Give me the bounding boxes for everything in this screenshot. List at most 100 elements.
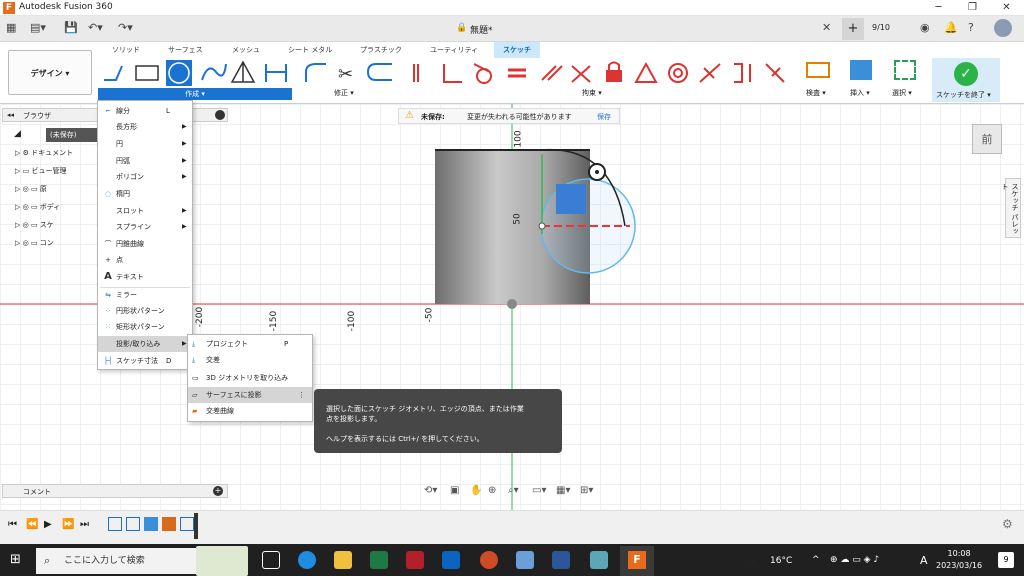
browser-row[interactable]: ▷ ◎ ▭ コン xyxy=(15,238,54,254)
modify-dropdown[interactable]: 修正 ▾ xyxy=(334,88,354,98)
avatar[interactable] xyxy=(994,19,1012,37)
timeline-settings-icon[interactable]: ⚙ xyxy=(1002,517,1013,531)
app-grid-icon[interactable]: ▦ xyxy=(6,21,16,34)
powerpoint-icon[interactable] xyxy=(480,551,498,569)
first-frame-icon[interactable]: ⏮ xyxy=(8,519,17,530)
timeline-item[interactable] xyxy=(108,517,122,531)
browser-row[interactable]: ▷ ◎ ▭ スケ xyxy=(15,220,54,236)
menu-item-arc[interactable]: 円弧 ▶ xyxy=(98,153,192,169)
weather-icon[interactable]: ☁ xyxy=(746,554,757,567)
select-dropdown[interactable]: 選択 ▾ xyxy=(892,88,912,98)
menu-item-rect-pattern[interactable]: ⁙ 矩形状パターン xyxy=(98,319,192,335)
prev-frame-icon[interactable]: ⏪ xyxy=(26,519,38,530)
zoom-icon[interactable]: ⊕ xyxy=(488,485,496,496)
browser-row[interactable]: ▷ ▭ ビュー管理 xyxy=(15,166,66,182)
browser-options-icon[interactable] xyxy=(215,110,225,120)
menu-item-circular-pattern[interactable]: ⁘ 円形状パターン xyxy=(98,303,192,319)
menu-item-point[interactable]: + 点 xyxy=(98,252,192,268)
inspect-icon[interactable] xyxy=(806,62,830,78)
menu-item-spline[interactable]: スプライン ▶ xyxy=(98,219,192,235)
new-tab-button[interactable]: + xyxy=(842,18,864,40)
online-status-icon[interactable]: ◉ xyxy=(920,21,930,34)
access-icon[interactable] xyxy=(406,551,424,569)
menu-item-rectangle[interactable]: 長方形 ▶ xyxy=(98,119,192,135)
browser-root[interactable]: (未保存) xyxy=(46,128,100,142)
notification-icon[interactable]: 🔔 xyxy=(944,21,958,34)
expand-icon[interactable]: ◢ xyxy=(14,129,21,139)
submenu-project-to-surface[interactable]: ▱ サーフェスに投影 ⋮ xyxy=(188,387,312,403)
file-icon[interactable]: ▤▾ xyxy=(30,21,46,34)
minimize-button[interactable]: ─ xyxy=(922,0,955,16)
collapse-icon[interactable]: ◂◂ xyxy=(7,111,14,119)
notification-badge[interactable]: 9 xyxy=(998,552,1014,568)
save-link[interactable]: 保存 xyxy=(597,112,611,122)
display-settings-icon[interactable]: ▭▾ xyxy=(532,485,546,496)
timeline-item[interactable] xyxy=(162,517,176,531)
clock[interactable]: 10:08 2023/03/16 xyxy=(936,548,982,572)
viewports-icon[interactable]: ⊞▾ xyxy=(580,485,593,496)
weather-temp[interactable]: 16°C xyxy=(770,556,792,566)
redo-icon[interactable]: ↷▾ xyxy=(118,21,133,34)
orbit-icon[interactable]: ⟲▾ xyxy=(424,485,437,496)
job-status[interactable]: 9/10 xyxy=(872,23,890,32)
edge-icon[interactable] xyxy=(298,551,316,569)
save-icon[interactable]: 💾 xyxy=(64,21,78,34)
submenu-project[interactable]: ⤓ プロジェクト P xyxy=(188,336,312,352)
app-icon[interactable] xyxy=(590,551,608,569)
last-frame-icon[interactable]: ⏭ xyxy=(80,519,89,530)
tab-sheet-metal[interactable]: シート メタル xyxy=(288,45,332,55)
tab-mesh[interactable]: メッシュ xyxy=(232,45,260,55)
insert-dropdown[interactable]: 挿入 ▾ xyxy=(850,88,870,98)
tab-plastic[interactable]: プラスチック xyxy=(360,45,402,55)
browser-row[interactable]: ▷ ⚙ ドキュメント xyxy=(15,148,73,164)
menu-item-circle[interactable]: 円 ▶ xyxy=(98,136,192,152)
paint-icon[interactable] xyxy=(516,551,534,569)
excel-icon[interactable] xyxy=(370,551,388,569)
menu-item-slot[interactable]: スロット ▶ xyxy=(98,203,192,219)
next-frame-icon[interactable]: ⏩ xyxy=(62,519,74,530)
tab-surface[interactable]: サーフェス xyxy=(168,45,203,55)
maximize-button[interactable]: ❐ xyxy=(956,0,989,16)
undo-icon[interactable]: ↶▾ xyxy=(88,21,103,34)
submenu-intersect[interactable]: ⤓ 交差 xyxy=(188,352,312,368)
word-icon[interactable] xyxy=(552,551,570,569)
inspect-dropdown[interactable]: 検査 ▾ xyxy=(806,88,826,98)
pan-icon[interactable]: ✋ xyxy=(470,485,482,496)
add-comment-icon[interactable]: + xyxy=(213,486,223,496)
fit-icon[interactable]: ⌕▾ xyxy=(508,485,519,496)
comment-panel[interactable]: コメント + xyxy=(2,484,228,498)
menu-item-mirror[interactable]: ⇋ ミラー xyxy=(98,287,192,303)
sketch-palette-tab[interactable]: スケッチ パレット xyxy=(1001,178,1021,238)
timeline-marker[interactable] xyxy=(194,513,198,539)
look-at-icon[interactable]: ▣ xyxy=(450,485,459,496)
insert-image-icon[interactable] xyxy=(850,60,872,80)
finish-sketch-button[interactable]: ✓ スケッチを終了 ▾ xyxy=(932,58,1000,102)
timeline-item[interactable] xyxy=(180,517,194,531)
play-icon[interactable]: ▶ xyxy=(44,519,52,530)
task-view-icon[interactable] xyxy=(262,551,280,569)
outlook-icon[interactable] xyxy=(442,551,460,569)
menu-item-conic[interactable]: ⌒ 円錐曲線 xyxy=(98,236,192,252)
grid-icon[interactable]: ▦▾ xyxy=(556,485,570,496)
browser-row[interactable]: ▷ ◎ ▭ ボディ xyxy=(15,202,60,218)
tray-chevron-icon[interactable]: ^ xyxy=(812,555,820,565)
ime-indicator[interactable]: A xyxy=(920,554,928,567)
menu-item-text[interactable]: A テキスト xyxy=(98,269,192,285)
menu-item-ellipse[interactable]: ◌ 楕円 xyxy=(98,186,192,202)
menu-item-project-include[interactable]: 投影/取り込み ▶ xyxy=(98,336,192,352)
submenu-intersection-curve[interactable]: ▰ 交差曲線 xyxy=(188,403,312,419)
tab-utility[interactable]: ユーティリティ xyxy=(430,45,478,55)
explorer-icon[interactable] xyxy=(334,551,352,569)
fusion-taskbar-active[interactable]: F xyxy=(620,546,654,576)
view-cube[interactable]: 前 xyxy=(972,124,1002,154)
menu-item-polygon[interactable]: ポリゴン ▶ xyxy=(98,169,192,185)
submenu-include-3d[interactable]: ▭ 3D ジオメトリを取り込み xyxy=(188,370,312,386)
tray-icons[interactable]: ⊕ ☁ ▭ ◈ ♪ xyxy=(830,555,879,565)
browser-row[interactable]: ▷ ◎ ▭ 原 xyxy=(15,184,47,200)
menu-item-line[interactable]: ⌐ 線分 L xyxy=(98,103,192,119)
create-dropdown[interactable]: 作成 ▾ xyxy=(98,88,292,100)
menu-item-sketch-dimension[interactable]: ├┤ スケッチ寸法 D xyxy=(98,353,192,369)
select-icon[interactable] xyxy=(894,60,916,80)
tab-solid[interactable]: ソリッド xyxy=(112,45,140,55)
tab-sketch[interactable]: スケッチ xyxy=(494,42,540,58)
